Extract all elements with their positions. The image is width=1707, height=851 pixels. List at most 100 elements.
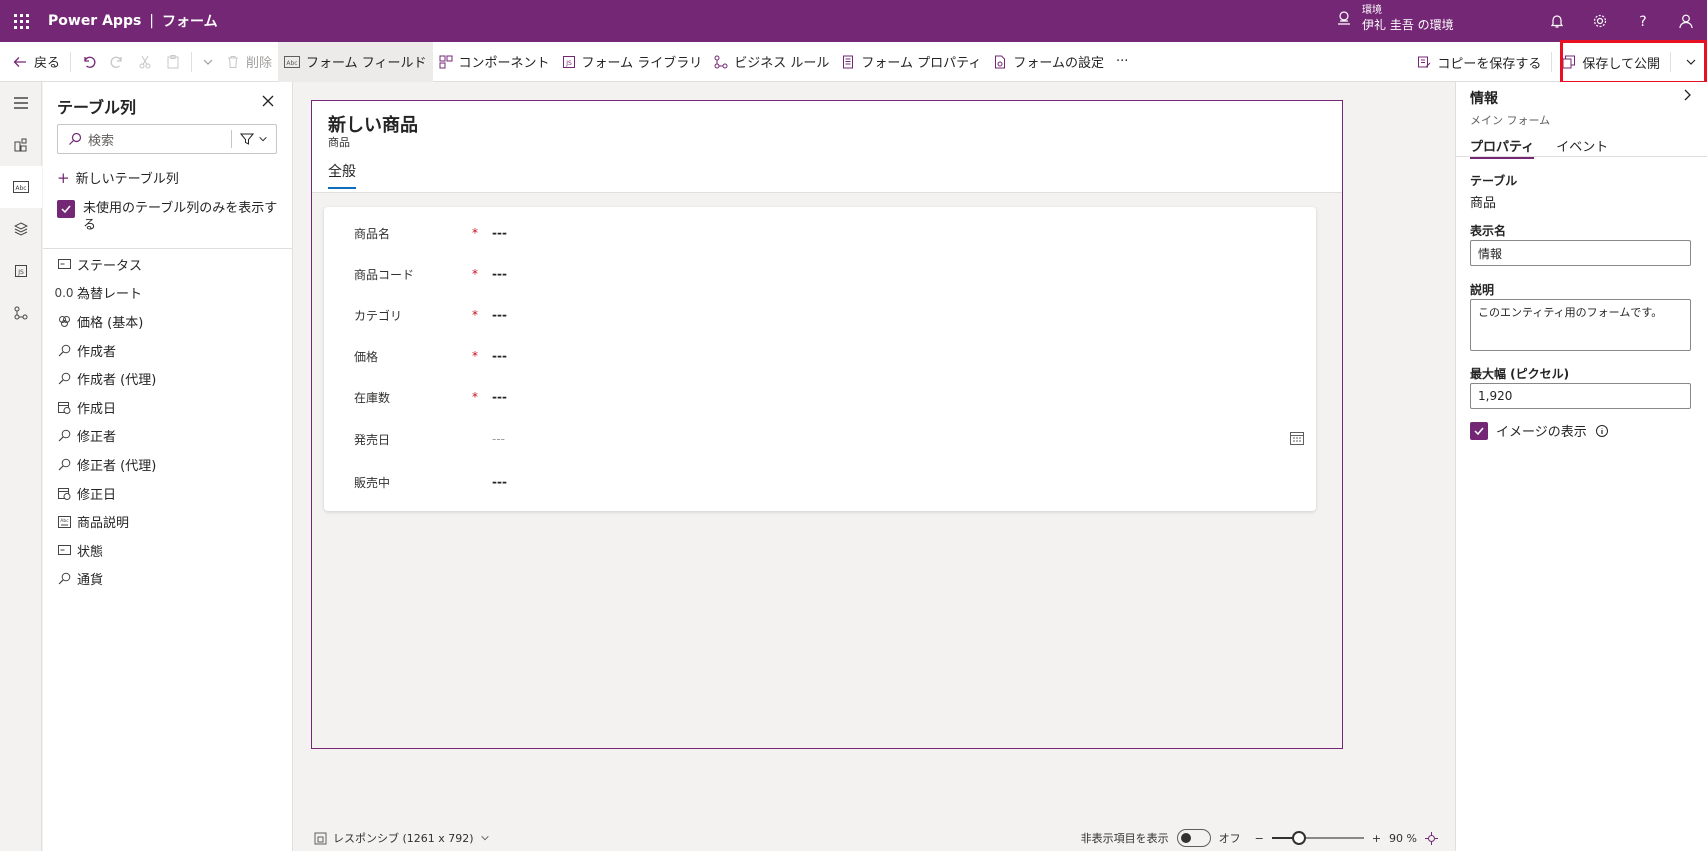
help-button[interactable]: ? <box>1621 0 1664 42</box>
close-pane-button[interactable] <box>261 94 275 111</box>
display-name-label: 表示名 <box>1470 224 1507 238</box>
field-value[interactable]: --- <box>492 432 505 446</box>
save-copy-icon <box>1418 56 1431 68</box>
layers-icon <box>14 222 28 236</box>
lookup-icon <box>57 429 71 442</box>
app-launcher-button[interactable] <box>0 0 42 42</box>
datetime-icon <box>57 401 71 414</box>
gear-icon <box>1593 14 1606 28</box>
form-entity-name: 商品 <box>328 136 350 149</box>
zoom-out-button[interactable]: − <box>1255 832 1264 845</box>
field-value[interactable]: --- <box>492 267 507 281</box>
tab-general[interactable]: 全般 <box>328 161 356 189</box>
column-search-box[interactable]: 検索 <box>57 124 277 154</box>
table-column-item[interactable]: 修正日 <box>57 479 283 508</box>
rail-form-library[interactable]: JS <box>0 250 42 292</box>
paste-button[interactable] <box>159 42 187 82</box>
cut-button[interactable] <box>131 42 159 82</box>
field-value[interactable]: --- <box>492 349 507 363</box>
table-column-item[interactable]: ステータス <box>57 250 283 279</box>
table-column-item[interactable]: Abc 商品説明 <box>57 507 283 536</box>
info-icon[interactable] <box>1595 424 1609 438</box>
layout-picker[interactable]: レスポンシブ (1261 x 792) <box>314 830 490 846</box>
fit-to-screen-icon[interactable] <box>1425 831 1438 845</box>
show-hidden-toggle[interactable] <box>1176 829 1211 847</box>
multiline-text-icon: Abc <box>57 515 71 528</box>
description-field[interactable]: このエンティティ用のフォームです。 <box>1470 299 1691 351</box>
rail-table-columns[interactable]: Abc <box>0 166 42 208</box>
account-button[interactable] <box>1664 0 1707 42</box>
form-field-row[interactable]: 価格 * --- <box>354 344 1304 368</box>
app-name[interactable]: Power Apps <box>48 13 141 29</box>
required-indicator: * <box>472 308 478 322</box>
field-value[interactable]: --- <box>492 475 507 489</box>
field-value[interactable]: --- <box>492 308 507 322</box>
rail-business-rules[interactable] <box>0 292 42 334</box>
components-button[interactable]: コンポーネント <box>433 42 556 82</box>
notifications-button[interactable] <box>1535 0 1578 42</box>
required-indicator: * <box>472 349 478 363</box>
save-publish-button[interactable]: 保存して公開 <box>1556 42 1666 82</box>
table-column-item[interactable]: 状態 <box>57 536 283 565</box>
save-publish-dropdown[interactable] <box>1675 42 1707 82</box>
save-publish-label: 保存して公開 <box>1582 56 1660 72</box>
table-column-item[interactable]: 作成者 (代理) <box>57 364 283 393</box>
table-column-item[interactable]: 価格 (基本) <box>57 307 283 336</box>
save-copy-button[interactable]: コピーを保存する <box>1411 42 1547 82</box>
search-input[interactable]: 検索 <box>88 130 231 149</box>
section-name: フォーム <box>162 14 218 30</box>
lookup-icon <box>57 344 71 357</box>
settings-button[interactable] <box>1578 0 1621 42</box>
table-column-item[interactable]: 修正者 (代理) <box>57 450 283 479</box>
back-button[interactable]: 戻る <box>6 42 66 82</box>
business-rules-button[interactable]: ビジネス ルール <box>708 42 835 82</box>
filter-button[interactable] <box>232 132 276 146</box>
form-settings-button[interactable]: フォームの設定 <box>987 42 1110 82</box>
collapse-nav-button[interactable] <box>0 82 42 124</box>
redo-button[interactable] <box>103 42 131 82</box>
table-column-item[interactable]: 通貨 <box>57 565 283 594</box>
undo-button[interactable] <box>75 42 103 82</box>
form-field-row[interactable]: カテゴリ * --- <box>354 303 1304 327</box>
max-width-field[interactable] <box>1470 383 1691 409</box>
rail-components[interactable] <box>0 124 42 166</box>
table-column-item[interactable]: 0.0 為替レート <box>54 279 283 308</box>
calendar-icon[interactable] <box>1290 431 1304 448</box>
zoom-in-button[interactable]: + <box>1372 832 1381 845</box>
form-section[interactable]: 商品名 * --- 商品コード * --- カテゴリ * --- 価格 * --- 在庫数 * --- 発売日… <box>324 207 1316 511</box>
zoom-slider-thumb[interactable] <box>1292 831 1307 845</box>
form-fields-button[interactable]: Abc フォーム フィールド <box>278 41 433 82</box>
field-value[interactable]: --- <box>492 390 507 404</box>
zoom-slider[interactable] <box>1271 831 1364 845</box>
table-column-item[interactable]: 修正者 <box>57 422 283 451</box>
form-field-row[interactable]: 商品コード * --- <box>354 262 1304 286</box>
checkmark-icon <box>57 200 75 218</box>
new-table-column-button[interactable]: + 新しいテーブル列 <box>57 168 179 188</box>
form-properties-button[interactable]: フォーム プロパティ <box>835 42 987 82</box>
status-bar: レスポンシブ (1261 x 792) 非表示項目を表示 オフ − + 90 % <box>294 825 1454 851</box>
form-field-row[interactable]: 在庫数 * --- <box>354 385 1304 409</box>
table-column-item[interactable]: 作成日 <box>57 393 283 422</box>
filter-icon <box>240 133 254 145</box>
form-preview[interactable]: 新しい商品 商品 全般 商品名 * --- 商品コード * --- カテゴリ * --- 価格 * -… <box>311 100 1343 749</box>
more-commands-button[interactable]: ··· <box>1110 42 1134 82</box>
delete-button[interactable]: 削除 <box>220 42 278 82</box>
paste-dropdown[interactable] <box>196 42 220 82</box>
form-library-button[interactable]: JS フォーム ライブラリ <box>556 42 709 82</box>
table-column-item[interactable]: 作成者 <box>57 336 283 365</box>
display-name-field[interactable] <box>1470 240 1691 266</box>
rail-tree-view[interactable] <box>0 208 42 250</box>
description-label: 説明 <box>1470 283 1495 297</box>
waffle-icon <box>13 13 29 29</box>
chevron-down-icon <box>1686 59 1696 65</box>
form-field-row[interactable]: 販売中 --- <box>354 470 1304 494</box>
environment-picker[interactable]: 環境 伊礼 圭吾 の環境 <box>1336 4 1454 32</box>
app-header: Power Apps | フォーム 環境 伊礼 圭吾 の環境 ? <box>0 0 1707 42</box>
unused-only-checkbox[interactable]: 未使用のテーブル列のみを表示する <box>57 200 283 234</box>
collapse-properties-button[interactable] <box>1680 88 1694 105</box>
field-value[interactable]: --- <box>492 226 507 240</box>
form-field-row[interactable]: 商品名 * --- <box>354 221 1304 245</box>
user-icon <box>1678 14 1693 29</box>
form-field-row[interactable]: 発売日 --- <box>354 427 1304 451</box>
show-image-checkbox[interactable]: イメージの表示 <box>1470 421 1609 440</box>
